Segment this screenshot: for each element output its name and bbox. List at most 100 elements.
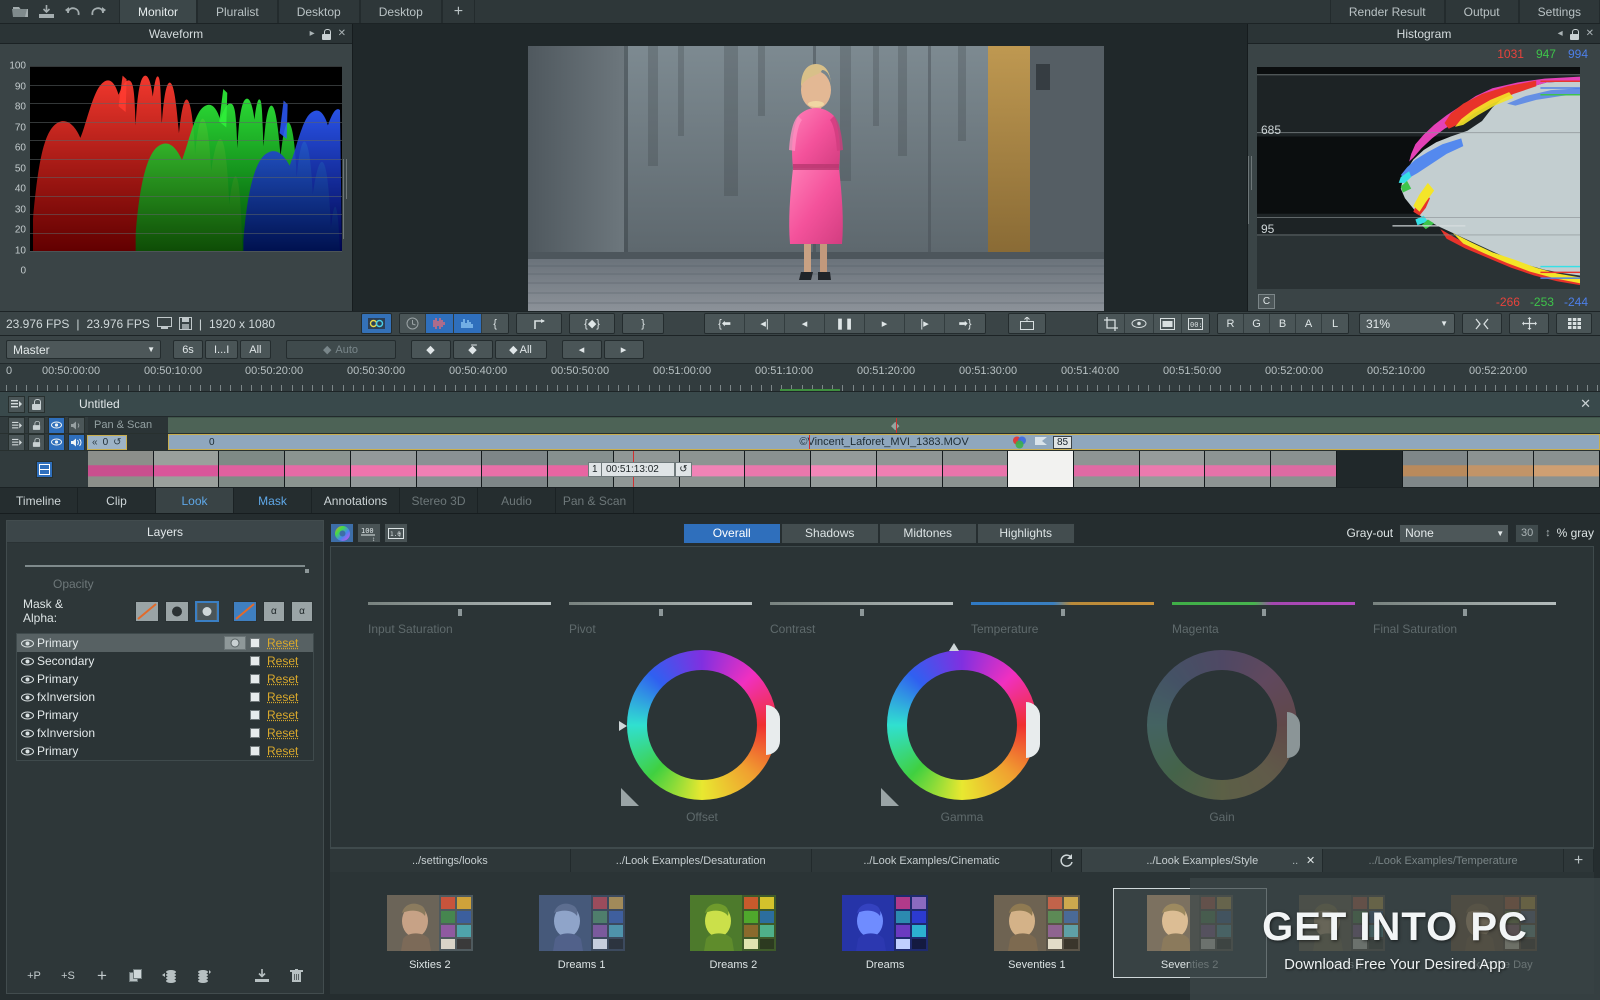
filmstrip-toggle-icon[interactable] — [36, 461, 53, 478]
refresh-icon[interactable] — [1052, 849, 1082, 872]
waveform-collapse-button[interactable]: ▸ — [310, 29, 315, 39]
tab-clip[interactable]: Clip — [78, 488, 156, 513]
channel-b-button[interactable]: B — [1270, 314, 1296, 333]
lock-icon[interactable] — [1570, 29, 1579, 40]
wheel-luma-arc[interactable] — [766, 705, 780, 755]
list-item[interactable]: Back in the Day — [1418, 889, 1570, 977]
go-to-in-button[interactable]: {⬅ — [705, 314, 745, 333]
workspace-tab-settings[interactable]: Settings — [1519, 0, 1600, 23]
list-item[interactable]: fxInversion Reset — [17, 724, 313, 742]
remove-keyframe-button[interactable]: ◆̅ — [453, 340, 493, 359]
track-row-shots[interactable]: Shots « 0 ↺ 0 ©Vincent_Laforet_MVI_1383.… — [0, 434, 1600, 451]
tab-look[interactable]: Look — [156, 488, 234, 513]
histogram-channel-button[interactable]: C — [1258, 294, 1275, 309]
lock-icon[interactable] — [28, 417, 45, 434]
add-keyframe-button[interactable]: ◆ — [411, 340, 451, 359]
playhead-timecode[interactable]: 00:51:13:02 — [601, 462, 675, 477]
group-icon[interactable] — [153, 969, 187, 983]
flag-icon[interactable] — [1034, 436, 1049, 448]
histogram-collapse-button[interactable]: ◂ — [1558, 29, 1563, 39]
alpha-off-icon[interactable] — [233, 601, 257, 622]
filmstrip-frame[interactable] — [943, 451, 1009, 487]
track-row-pan-scan[interactable]: Pan & Scan ◆ — [0, 417, 1600, 434]
eye-icon[interactable] — [17, 639, 37, 648]
list-item[interactable]: Primary Reset — [17, 670, 313, 688]
wheel-reset-handle[interactable] — [621, 788, 639, 806]
vectorscope-toggle-button[interactable] — [454, 314, 482, 333]
step-back-button[interactable]: ◂| — [745, 314, 785, 333]
eye-icon[interactable] — [48, 434, 65, 451]
layer-checkbox[interactable] — [250, 692, 260, 702]
range-tab-midtones[interactable]: Midtones — [879, 523, 977, 544]
grayout-select[interactable]: None ▼ — [1399, 524, 1509, 543]
waveform-scroll-handle[interactable] — [343, 159, 350, 199]
filmstrip-frame[interactable] — [1468, 451, 1534, 487]
filmstrip-frame[interactable] — [1403, 451, 1469, 487]
slider-contrast[interactable]: Contrast — [761, 602, 962, 636]
filmstrip-frame[interactable] — [1271, 451, 1337, 487]
list-item[interactable]: Sixties 2 — [354, 889, 506, 977]
slider-final-saturation[interactable]: Final Saturation — [1364, 602, 1565, 636]
list-item[interactable]: Dreams 2 — [658, 889, 810, 977]
grayout-percent-input[interactable]: 30 — [1515, 524, 1539, 543]
list-item[interactable]: Dreams 1 — [506, 889, 658, 977]
mask-inside-icon[interactable] — [165, 601, 189, 622]
look-thumbnail[interactable] — [690, 895, 776, 951]
layer-checkbox[interactable] — [250, 728, 260, 738]
filmstrip-frame[interactable] — [351, 451, 417, 487]
look-thumbnail[interactable] — [842, 895, 928, 951]
list-item[interactable]: Primary Reset — [17, 742, 313, 760]
tab-audio[interactable]: Audio — [478, 488, 556, 513]
tab-stereo-3d[interactable]: Stereo 3D — [400, 488, 478, 513]
eye-icon[interactable] — [17, 729, 37, 738]
looks-tab-more-button[interactable]: .. — [1292, 855, 1298, 867]
center-image-button[interactable] — [1510, 314, 1548, 333]
slider-temperature[interactable]: Temperature — [962, 602, 1163, 636]
tab-annotations[interactable]: Annotations — [312, 488, 400, 513]
layer-reset-button[interactable]: Reset — [267, 708, 313, 722]
workspace-tab-pluralist[interactable]: Pluralist — [197, 0, 278, 23]
keyframe-brace-button[interactable]: {◆} — [570, 314, 614, 333]
workspace-tab-desktop-2[interactable]: Desktop — [360, 0, 442, 23]
look-thumbnail[interactable] — [1147, 895, 1233, 951]
layer-checkbox[interactable] — [250, 710, 260, 720]
timeline-ruler[interactable]: 0 00:50:00:00 00:50:10:00 00:50:20:00 00… — [0, 364, 1600, 392]
list-item[interactable]: fxInversion Reset — [17, 688, 313, 706]
track-content-shots[interactable]: « 0 ↺ 0 ©Vincent_Laforet_MVI_1383.MOV 85 — [168, 434, 1600, 450]
look-thumbnail[interactable] — [387, 895, 473, 951]
list-item[interactable]: Seventies 2 — [1113, 888, 1267, 978]
go-to-out-button[interactable]: ➡} — [945, 314, 985, 333]
range-tab-shadows[interactable]: Shadows — [781, 523, 879, 544]
workspace-tab-render-result[interactable]: Render Result — [1330, 0, 1445, 23]
filmstrip-frame[interactable] — [88, 451, 154, 487]
list-item[interactable]: Seventies 1 — [961, 889, 1113, 977]
filmstrip-frames[interactable]: 1 00:51:13:02 ↺ — [88, 451, 1600, 487]
numeric-icon[interactable]: 100 ↕ — [357, 523, 381, 543]
cc-proxy-button[interactable] — [362, 314, 391, 333]
pause-button[interactable]: ❚❚ — [825, 314, 865, 333]
layer-checkbox[interactable] — [250, 674, 260, 684]
histogram-body[interactable]: 1031 947 994 — [1248, 44, 1600, 311]
wheel-gain[interactable]: Gain — [1147, 650, 1297, 824]
playhead[interactable] — [896, 418, 897, 433]
brace-close-button[interactable]: } — [623, 314, 663, 333]
filmstrip-frame[interactable] — [482, 451, 548, 487]
list-item[interactable]: Primary Reset — [17, 634, 313, 652]
layer-checkbox[interactable] — [250, 746, 260, 756]
filmstrip-frame[interactable] — [1140, 451, 1206, 487]
layer-list[interactable]: Primary Reset Secondary Reset — [16, 633, 314, 761]
zoom-inout-button[interactable]: I...I — [205, 340, 238, 359]
add-secondary-button[interactable]: +S — [51, 970, 85, 982]
tab-pan-scan[interactable]: Pan & Scan — [556, 488, 634, 513]
color-grade-icon[interactable] — [1012, 436, 1027, 449]
histogram-scroll-handle[interactable] — [1248, 156, 1256, 190]
timecode-overlay-button[interactable]: 00: — [1182, 314, 1209, 333]
mask-outside-icon[interactable] — [195, 601, 219, 622]
look-thumbnail[interactable] — [539, 895, 625, 951]
loop-export-button[interactable] — [1009, 314, 1045, 333]
eye-icon[interactable] — [48, 417, 65, 434]
looks-tab-style[interactable]: ../Look Examples/Style .. ✕ — [1082, 849, 1323, 872]
add-layer-button[interactable]: + — [85, 966, 119, 986]
channel-a-button[interactable]: A — [1296, 314, 1322, 333]
solo-icon[interactable] — [8, 396, 25, 413]
